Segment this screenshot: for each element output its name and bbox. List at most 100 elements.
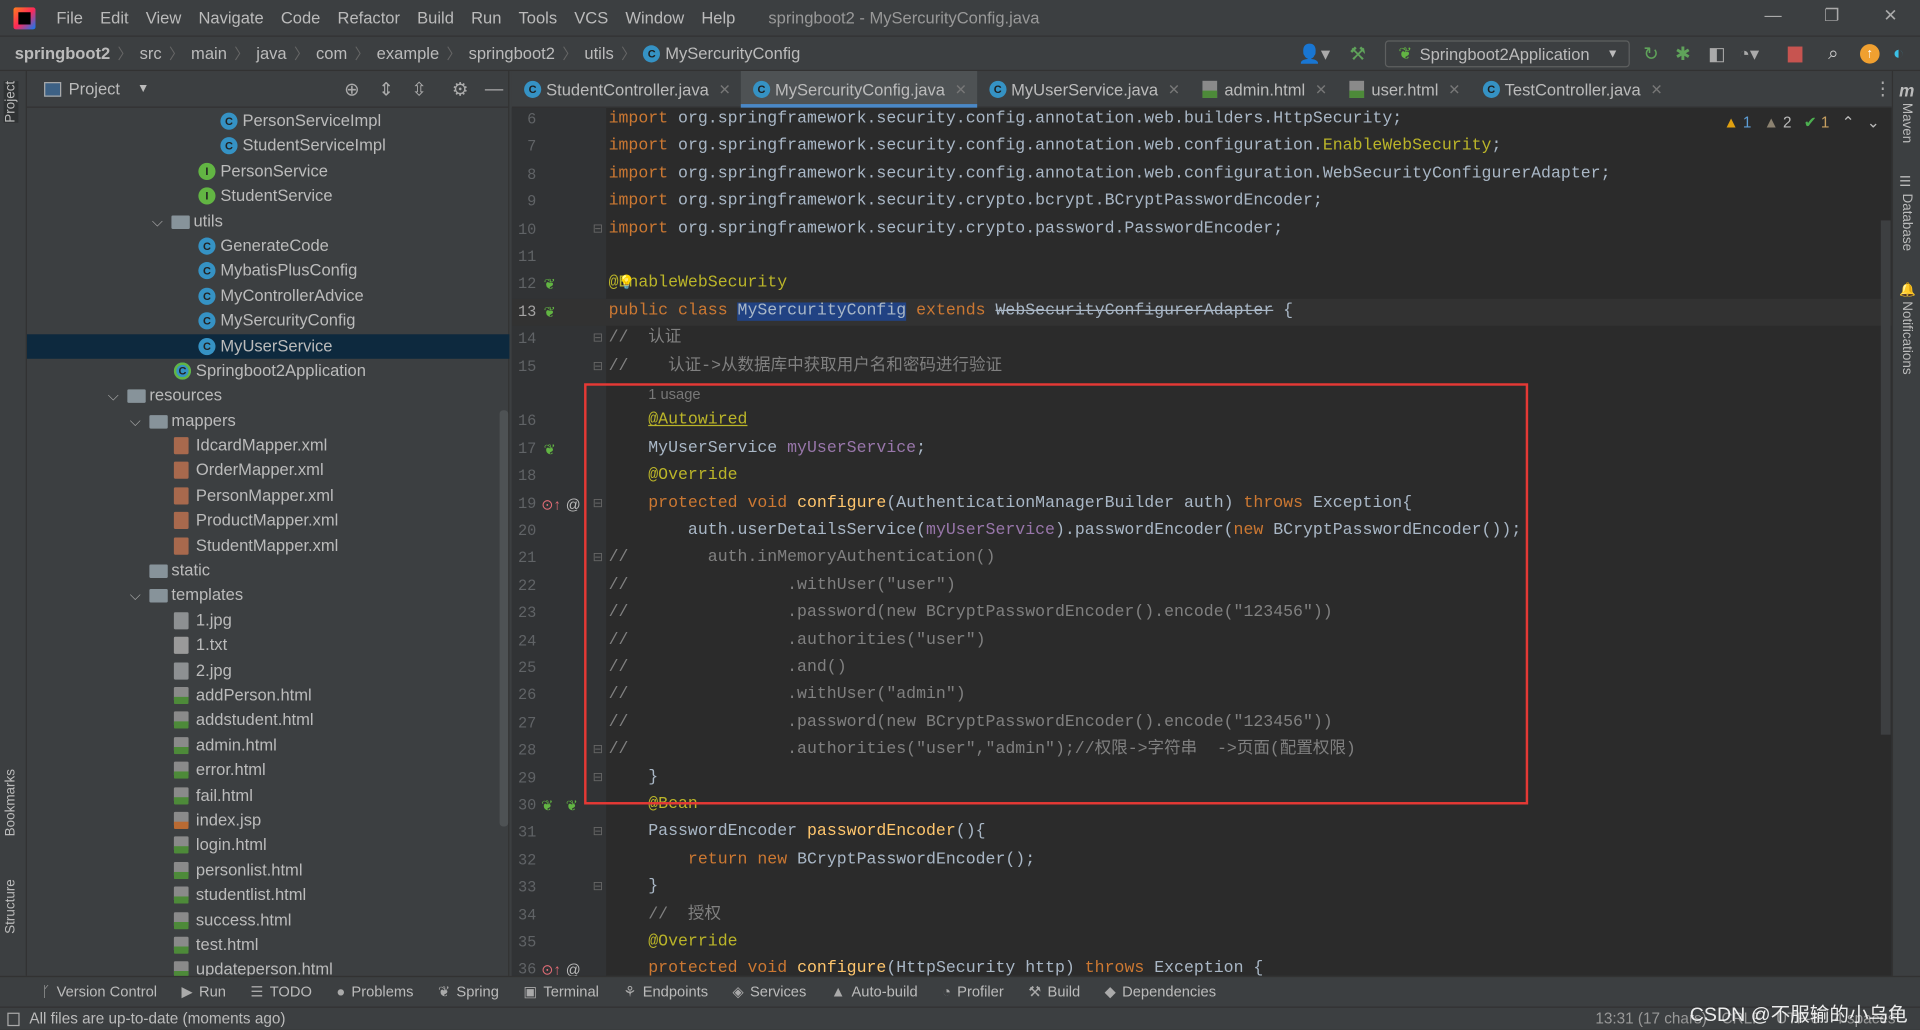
tree-item[interactable]: C Springboot2Application — [27, 359, 509, 384]
tree-item[interactable]: fail.html — [27, 783, 509, 808]
breadcrumb-item[interactable]: src — [140, 44, 162, 62]
tree-item[interactable]: I PersonService — [27, 159, 509, 184]
close-tab-icon[interactable]: ✕ — [1168, 81, 1180, 98]
close-tab-icon[interactable]: ✕ — [719, 81, 731, 98]
chevron-down-icon[interactable]: ▼ — [137, 82, 149, 95]
tree-item[interactable]: StudentMapper.xml — [27, 533, 509, 558]
weak-warning-count[interactable]: ▲ 2 — [1764, 113, 1792, 130]
tree-item[interactable]: PersonMapper.xml — [27, 484, 509, 509]
at-icon[interactable]: @ — [566, 491, 581, 518]
project-scrollbar[interactable] — [499, 410, 509, 827]
tool-version-control[interactable]: ᚴ Version Control — [42, 983, 157, 1000]
close-tab-icon[interactable]: ✕ — [1650, 81, 1662, 98]
override-icon[interactable]: ⊙↑ — [541, 491, 561, 518]
warning-count[interactable]: ▲ 1 — [1723, 113, 1751, 130]
tree-item[interactable]: addstudent.html — [27, 708, 509, 733]
structure-tool-button[interactable]: Structure — [4, 879, 19, 934]
chevron-down-icon[interactable]: ⌵ — [152, 209, 163, 234]
tree-item[interactable]: error.html — [27, 758, 509, 783]
tool-terminal[interactable]: ▣ Terminal — [523, 983, 599, 1000]
fold-icon[interactable]: ⊟ — [593, 326, 603, 353]
debug-icon[interactable]: ✱ — [1675, 43, 1690, 65]
menu-help[interactable]: Help — [693, 9, 744, 27]
close-window-button[interactable]: ✕ — [1866, 5, 1915, 26]
tree-item[interactable]: addPerson.html — [27, 683, 509, 708]
tree-item[interactable]: login.html — [27, 833, 509, 858]
tool-run[interactable]: ▶ Run — [182, 983, 226, 1000]
menu-run[interactable]: Run — [462, 9, 509, 27]
run-configuration-select[interactable]: ❦ Springboot2Application ▼ — [1384, 40, 1630, 68]
tree-item[interactable]: studentlist.html — [27, 883, 509, 908]
tab-mysercurityconfig-java[interactable]: C MySercurityConfig.java ✕ — [740, 71, 977, 108]
inspection-widget[interactable]: ▲ 1 ▲ 2 ✔ 1 ⌃ ⌄ — [1723, 113, 1879, 131]
menu-view[interactable]: View — [137, 9, 190, 27]
expand-all-icon[interactable]: ⇕ — [378, 78, 393, 101]
tree-item[interactable]: C GenerateCode — [27, 234, 509, 259]
tree-item[interactable]: 1.txt — [27, 633, 509, 658]
more-tabs-icon[interactable]: ⋮ — [1873, 77, 1891, 99]
breadcrumb-item[interactable]: MySercurityConfig — [665, 44, 800, 62]
restore-button[interactable]: ❐ — [1807, 5, 1856, 26]
breadcrumb-item[interactable]: utils — [584, 44, 613, 62]
coverage-icon[interactable]: ◧ — [1708, 43, 1725, 65]
tab-admin-html[interactable]: admin.html ✕ — [1190, 71, 1337, 108]
tree-item[interactable]: index.jsp — [27, 808, 509, 833]
menu-edit[interactable]: Edit — [92, 9, 138, 27]
menu-vcs[interactable]: VCS — [566, 9, 617, 27]
close-tab-icon[interactable]: ✕ — [1315, 81, 1327, 98]
code-with-me-icon[interactable]: ◐ — [1893, 43, 1904, 64]
locate-icon[interactable]: ⊕ — [344, 78, 359, 101]
chevron-down-icon[interactable]: ⌵ — [108, 384, 119, 409]
close-tab-icon[interactable]: ✕ — [955, 81, 967, 98]
code-editor[interactable]: 6 import org.springframework.security.con… — [511, 107, 1892, 976]
menu-file[interactable]: File — [48, 9, 92, 27]
stop-icon[interactable] — [1787, 46, 1803, 63]
menu-tools[interactable]: Tools — [510, 9, 566, 27]
fold-icon[interactable]: ⊟ — [593, 216, 603, 243]
project-view-select[interactable]: Project — [69, 80, 120, 98]
minimize-button[interactable]: — — [1749, 5, 1798, 25]
tree-item[interactable]: C StudentServiceImpl — [27, 134, 509, 159]
tree-item[interactable]: static — [27, 558, 509, 583]
toggle-tool-windows-icon[interactable] — [7, 1012, 20, 1026]
tool-profiler[interactable]: ◔ Profiler — [942, 983, 1004, 1000]
breadcrumb-item[interactable]: springboot2 — [15, 44, 111, 62]
editor-scrollbar[interactable] — [1880, 220, 1891, 735]
collapse-all-icon[interactable]: ⇳ — [411, 78, 426, 101]
bean-icon[interactable]: ❦ — [566, 792, 578, 819]
at-icon[interactable]: @ — [566, 957, 581, 976]
breadcrumb-item[interactable]: main — [191, 44, 227, 62]
tree-item[interactable]: test.html — [27, 933, 509, 958]
tab-user-html[interactable]: user.html ✕ — [1337, 71, 1470, 108]
tool-dependencies[interactable]: ◆ Dependencies — [1105, 983, 1216, 1000]
tool-endpoints[interactable]: ⚘ Endpoints — [623, 983, 708, 1000]
menu-window[interactable]: Window — [617, 9, 693, 27]
maven-tool-button[interactable]: Maven — [1899, 103, 1914, 143]
fold-icon[interactable]: ⊟ — [593, 875, 603, 902]
tool-todo[interactable]: ☰ TODO — [250, 983, 311, 1000]
tree-item[interactable]: C MySercurityConfig — [27, 309, 509, 334]
tree-item[interactable]: 2.jpg — [27, 658, 509, 683]
tree-item[interactable]: C PersonServiceImpl — [27, 109, 509, 134]
tree-item[interactable]: ProductMapper.xml — [27, 508, 509, 533]
tree-item[interactable]: admin.html — [27, 733, 509, 758]
tab-testcontroller-java[interactable]: C TestController.java ✕ — [1470, 71, 1672, 108]
tree-item[interactable]: ⌵ mappers — [27, 409, 509, 434]
update-icon[interactable]: ↑ — [1860, 44, 1880, 64]
tree-item[interactable]: OrderMapper.xml — [27, 459, 509, 484]
database-tool-button[interactable]: Database — [1899, 193, 1914, 251]
tree-item[interactable]: C MyControllerAdvice — [27, 284, 509, 309]
tab-myuserservice-java[interactable]: C MyUserService.java ✕ — [977, 71, 1190, 108]
tree-item[interactable]: C MyUserService — [26, 333, 510, 359]
tree-item[interactable]: ⌵ templates — [27, 583, 509, 608]
tab-studentcontroller-java[interactable]: C StudentController.java ✕ — [512, 71, 741, 108]
bean-icon[interactable]: ❦ — [544, 299, 556, 326]
intention-bulb-icon[interactable]: 💡 — [618, 271, 635, 298]
rerun-icon[interactable]: ↻ — [1643, 43, 1658, 65]
tool-auto-build[interactable]: ▲ Auto-build — [831, 983, 918, 1000]
menu-navigate[interactable]: Navigate — [190, 9, 272, 27]
breadcrumb-item[interactable]: springboot2 — [469, 44, 555, 62]
tool-build[interactable]: ⚒ Build — [1028, 983, 1080, 1000]
breadcrumb-item[interactable]: java — [256, 44, 286, 62]
breadcrumb-item[interactable]: example — [377, 44, 439, 62]
